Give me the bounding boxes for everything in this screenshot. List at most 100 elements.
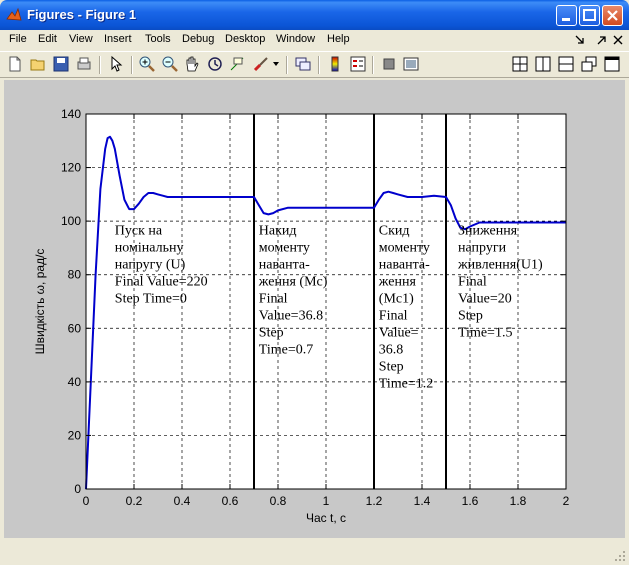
figure-window: Figures - Figure 1 File Edit View Insert… — [0, 0, 629, 565]
figure-toolbar — [0, 51, 629, 78]
x-tick-label: 1.4 — [414, 494, 431, 508]
close-button[interactable] — [602, 5, 623, 26]
annotation-line: моменту — [259, 241, 310, 256]
annotation-line: Value=36.8 — [259, 309, 323, 324]
annotation-line: ження (Mc) — [258, 275, 328, 290]
rotate-icon[interactable] — [206, 55, 224, 73]
menu-help[interactable]: Help — [327, 33, 350, 45]
data-cursor-icon[interactable] — [228, 55, 246, 73]
annotation-line: ження — [378, 275, 417, 290]
colorbar-icon[interactable] — [326, 55, 344, 73]
open-file-icon[interactable] — [29, 55, 47, 73]
x-tick-label: 1.2 — [366, 494, 383, 508]
annotation-line: моменту — [379, 241, 430, 256]
dock-arrow-icon[interactable] — [596, 34, 608, 46]
annotation-line: живлення(U1) — [457, 258, 543, 273]
annotation-line: Time=1.2 — [379, 377, 433, 392]
x-tick-label: 1.6 — [462, 494, 479, 508]
annotation-line: Пуск на — [115, 224, 163, 239]
x-tick-label: 1.8 — [510, 494, 527, 508]
x-tick-label: 2 — [563, 494, 570, 508]
x-tick-label: 0.2 — [126, 494, 143, 508]
y-tick-label: 60 — [68, 321, 82, 335]
dock-icon[interactable] — [603, 55, 621, 73]
hide-tools-icon[interactable] — [380, 55, 398, 73]
resize-grip-icon[interactable] — [614, 550, 626, 562]
new-figure-icon[interactable] — [6, 55, 24, 73]
print-icon[interactable] — [75, 55, 93, 73]
menu-debug[interactable]: Debug — [182, 33, 214, 45]
x-tick-label: 0.6 — [222, 494, 239, 508]
maximize-button[interactable] — [579, 5, 600, 26]
annotation-line: (Mc1) — [379, 292, 414, 307]
annotation-line: Time=0.7 — [259, 343, 313, 358]
annotation-line: Скид — [379, 224, 410, 239]
annotation-line: Step Time=0 — [115, 292, 187, 307]
close-icon — [607, 10, 618, 21]
annotation-line: Зниження — [458, 224, 518, 239]
menu-tools[interactable]: Tools — [145, 33, 171, 45]
annotation-line: Final — [379, 309, 408, 324]
annotation-line: Final Value=220 — [115, 275, 208, 290]
menu-file[interactable]: File — [9, 33, 27, 45]
zoom-in-icon[interactable] — [138, 55, 156, 73]
matlab-icon — [6, 7, 22, 21]
annotation-line: наванта- — [259, 258, 310, 273]
title-bar[interactable]: Figures - Figure 1 — [0, 0, 629, 30]
minimize-button[interactable] — [556, 5, 577, 26]
annotation-line: Step — [259, 326, 284, 341]
link-icon[interactable] — [294, 55, 312, 73]
annotation-line: Final — [458, 275, 487, 290]
x-tick-label: 0.8 — [270, 494, 287, 508]
annotation-line: наванта- — [379, 258, 430, 273]
annotation-line: Накид — [259, 224, 297, 239]
annotation-line: Final — [259, 292, 288, 307]
menu-window[interactable]: Window — [276, 33, 315, 45]
y-tick-label: 0 — [74, 482, 81, 496]
x-tick-label: 0 — [83, 494, 90, 508]
y-tick-label: 40 — [68, 375, 82, 389]
split-vertical-icon[interactable] — [534, 55, 552, 73]
y-tick-label: 140 — [61, 107, 81, 121]
tile-icon[interactable] — [511, 55, 529, 73]
undock-arrow-icon[interactable] — [574, 34, 586, 46]
brush-icon[interactable] — [252, 55, 270, 73]
annotation-line: напругу (U) — [115, 258, 186, 273]
show-tools-icon[interactable] — [402, 55, 420, 73]
line-chart[interactable]: 0 0.2 0.4 0.6 0.8 1 1.2 1.4 1.6 1.8 20204060801001… — [4, 80, 625, 538]
annotation-line: номінальну — [115, 241, 184, 256]
split-horizontal-icon[interactable] — [557, 55, 575, 73]
pointer-icon[interactable] — [107, 55, 125, 73]
y-axis-label: Швидкість ω, рад/с — [33, 249, 47, 355]
annotation-line: Step — [458, 309, 483, 324]
save-icon[interactable] — [52, 55, 70, 73]
zoom-out-icon[interactable] — [161, 55, 179, 73]
y-tick-label: 80 — [68, 268, 82, 282]
minimize-icon — [562, 18, 570, 21]
menu-desktop[interactable]: Desktop — [225, 33, 265, 45]
annotation-line: Time=1.5 — [458, 326, 512, 341]
x-tick-label: 1 — [323, 494, 330, 508]
menu-bar: File Edit View Insert Tools Debug Deskto… — [0, 30, 629, 51]
pan-icon[interactable] — [183, 55, 201, 73]
y-tick-label: 120 — [61, 161, 81, 175]
figure-canvas[interactable]: 0 0.2 0.4 0.6 0.8 1 1.2 1.4 1.6 1.8 2 0 20 40 60 80 100 1… — [4, 80, 625, 538]
brush-dropdown-icon[interactable] — [273, 61, 280, 68]
legend-icon[interactable] — [349, 55, 367, 73]
close-figure-icon[interactable] — [612, 34, 624, 46]
menu-insert[interactable]: Insert — [104, 33, 132, 45]
x-tick-label: 0.4 — [174, 494, 191, 508]
annotation-line: Value=20 — [458, 292, 512, 307]
float-icon[interactable] — [580, 55, 598, 73]
menu-edit[interactable]: Edit — [38, 33, 57, 45]
annotation-line: Value= — [379, 326, 419, 341]
menu-view[interactable]: View — [69, 33, 93, 45]
annotation-line: напруги — [458, 241, 507, 256]
y-tick-label: 100 — [61, 214, 81, 228]
x-axis-label: Час t, с — [306, 511, 346, 525]
window-title: Figures - Figure 1 — [27, 7, 137, 22]
annotation-line: Step — [379, 360, 404, 375]
y-tick-label: 20 — [68, 428, 82, 442]
maximize-icon — [583, 9, 596, 21]
annotation-line: 36.8 — [379, 343, 404, 358]
